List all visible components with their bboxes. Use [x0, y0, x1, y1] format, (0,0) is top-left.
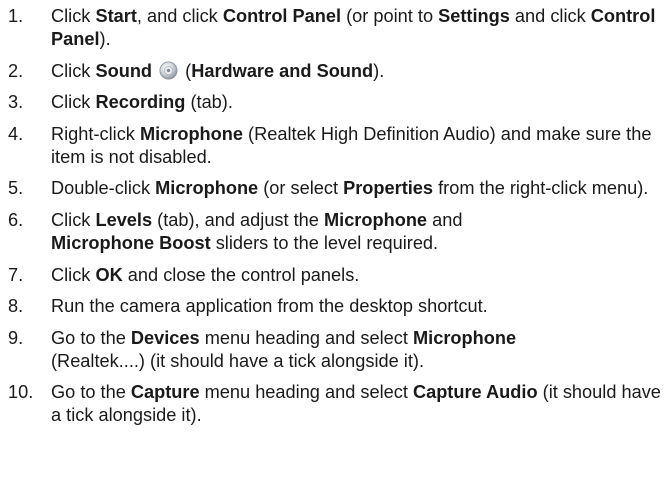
- step-text-run: (tab), and adjust the: [152, 209, 324, 230]
- step-item: 10. Go to the Capture menu heading and se…: [8, 381, 663, 427]
- step-text-run: and click: [509, 6, 591, 26]
- instructions-document: 1. Click Start, and click Control Panel (…: [0, 0, 669, 493]
- step-number: 4.: [8, 123, 24, 144]
- step-number: 5.: [8, 178, 24, 199]
- step-text-run: Click: [51, 6, 96, 26]
- step-text-run: and: [427, 209, 463, 230]
- ui-term: Microphone Boost: [51, 232, 211, 253]
- step-number: 8.: [8, 296, 24, 317]
- step-text-run: Go to the: [51, 327, 131, 348]
- step-text-run: Click: [51, 264, 96, 285]
- step-text-run: Click: [51, 60, 96, 81]
- step-text-run: sliders to the level required.: [210, 232, 439, 253]
- step-number: 10.: [8, 382, 34, 403]
- step-number: 6.: [8, 209, 24, 230]
- step-text-run: menu heading and select: [199, 382, 413, 403]
- step-text-run: Go to the: [51, 382, 131, 403]
- step-item: 9. Go to the Devices menu heading and sel…: [8, 327, 663, 373]
- ui-term: Microphone: [413, 327, 517, 348]
- step-text: Click Start, and click Control Panel (or…: [51, 6, 655, 49]
- ui-term: Sound: [95, 60, 153, 81]
- step-text-run: ).: [373, 60, 385, 81]
- step-text: Click OK and close the control panels.: [51, 265, 359, 285]
- ui-term: Microphone: [155, 178, 259, 199]
- step-text-run: Double-click: [51, 178, 156, 199]
- step-text-run: menu heading and select: [199, 327, 413, 348]
- step-text-run: ).: [99, 29, 111, 49]
- ui-term: Levels: [95, 209, 153, 230]
- step-item: 6. Click Levels (tab), and adjust the Mic…: [8, 209, 663, 255]
- ui-term: Capture: [130, 382, 200, 403]
- step-text: Go to the Capture menu heading and selec…: [51, 382, 661, 425]
- step-text-run: (Realtek....) (it should have a tick alo…: [51, 350, 425, 371]
- ui-term: Recording: [95, 92, 186, 113]
- ui-term: Control Panel: [222, 6, 342, 26]
- step-item: 7. Click OK and close the control panels.: [8, 264, 663, 287]
- step-text-run: Click: [51, 209, 96, 230]
- step-text-run: Run the camera application from the desk…: [51, 296, 488, 317]
- step-item: 4. Right-click Microphone (Realtek High D…: [8, 123, 663, 169]
- step-text-run: Right-click: [51, 123, 140, 144]
- ui-term: OK: [95, 264, 123, 285]
- ui-term: Microphone: [323, 209, 428, 230]
- ui-term: Devices: [130, 327, 200, 348]
- steps-list: 1. Click Start, and click Control Panel (…: [8, 5, 663, 436]
- ui-term: Settings: [438, 6, 510, 26]
- ui-term: Start: [95, 6, 137, 26]
- step-text: Click Levels (tab), and adjust the Micro…: [51, 210, 462, 253]
- step-item: 1. Click Start, and click Control Panel (…: [8, 5, 663, 51]
- step-item: 8. Run the camera application from the de…: [8, 295, 663, 318]
- step-text-run: from the right-click menu).: [433, 178, 649, 199]
- step-number: 1.: [8, 6, 24, 26]
- step-number: 3.: [8, 92, 24, 113]
- step-text: Click Recording (tab).: [51, 92, 233, 112]
- step-text-run: and close the control panels.: [122, 264, 360, 285]
- step-text: Run the camera application from the desk…: [51, 296, 488, 316]
- step-text: Double-click Microphone (or select Prope…: [51, 178, 648, 198]
- step-number: 9.: [8, 327, 24, 348]
- sound-icon: [159, 61, 178, 80]
- step-item: 3. Click Recording (tab).: [8, 91, 663, 114]
- ui-term: Hardware and Sound: [191, 60, 374, 81]
- step-text-run: (or select: [258, 178, 344, 199]
- ui-term: Microphone: [139, 123, 243, 144]
- step-text: Right-click Microphone (Realtek High Def…: [51, 124, 651, 167]
- step-number: 2.: [8, 60, 24, 81]
- step-text-run: (or point to: [341, 6, 439, 26]
- step-item: 5. Double-click Microphone (or select Pro…: [8, 177, 663, 200]
- step-text-run: Click: [51, 92, 96, 113]
- step-text-run: (tab).: [185, 92, 233, 113]
- step-text: Go to the Devices menu heading and selec…: [51, 328, 516, 371]
- step-text: Click Sound (Hardware and Sound).: [51, 61, 384, 81]
- ui-term: Capture Audio: [412, 382, 538, 403]
- ui-term: Properties: [343, 178, 434, 199]
- step-text-run: , and click: [136, 6, 223, 26]
- step-number: 7.: [8, 264, 24, 285]
- step-item: 2. Click Sound (Hardware and Sound).: [8, 60, 663, 83]
